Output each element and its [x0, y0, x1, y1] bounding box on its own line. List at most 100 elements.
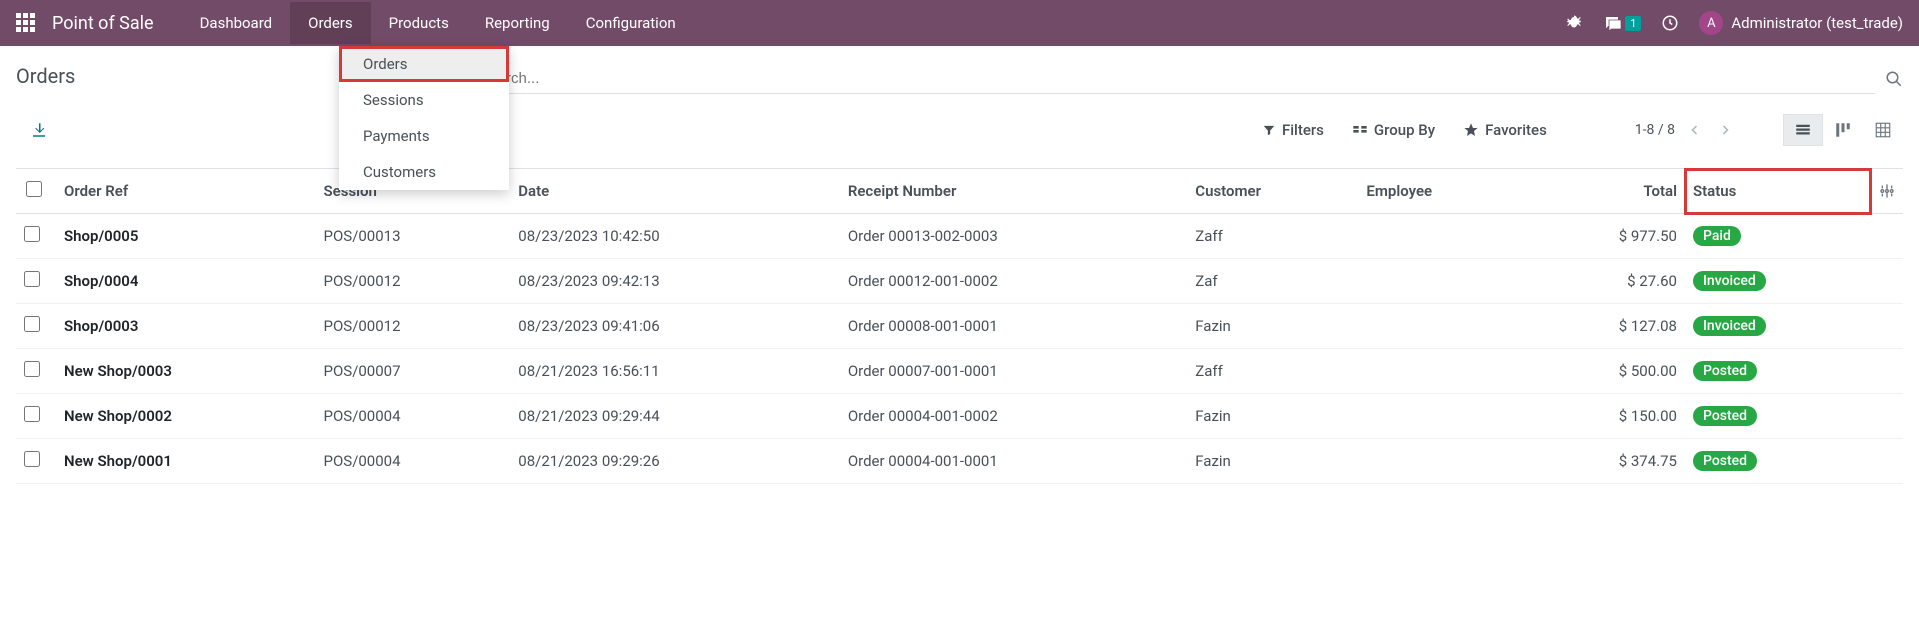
cell-session: POS/00007	[316, 349, 511, 394]
cell-date: 08/21/2023 09:29:44	[510, 394, 840, 439]
table-row[interactable]: Shop/0005 POS/00013 08/23/2023 10:42:50 …	[16, 214, 1903, 259]
cell-order-ref: Shop/0005	[56, 214, 316, 259]
cell-status: Invoiced	[1685, 304, 1871, 349]
dropdown-orders[interactable]: Orders	[339, 46, 509, 82]
user-menu[interactable]: A Administrator (test_trade)	[1699, 11, 1903, 35]
orders-dropdown: Orders Sessions Payments Customers	[339, 46, 509, 190]
nav-reporting[interactable]: Reporting	[467, 2, 568, 44]
cell-date: 08/21/2023 09:29:26	[510, 439, 840, 484]
header-total[interactable]: Total	[1529, 169, 1685, 214]
activities-icon[interactable]	[1661, 14, 1679, 32]
table-row[interactable]: Shop/0004 POS/00012 08/23/2023 09:42:13 …	[16, 259, 1903, 304]
dropdown-sessions[interactable]: Sessions	[339, 82, 509, 118]
cell-employee	[1358, 439, 1529, 484]
cell-receipt: Order 00013-002-0003	[840, 214, 1187, 259]
nav-orders[interactable]: Orders	[290, 2, 371, 44]
cell-status: Posted	[1685, 439, 1871, 484]
row-checkbox[interactable]	[24, 451, 40, 467]
cell-total: $ 127.08	[1529, 304, 1685, 349]
cell-date: 08/21/2023 16:56:11	[510, 349, 840, 394]
cell-status: Posted	[1685, 349, 1871, 394]
search-icon[interactable]	[1885, 70, 1903, 88]
header-employee[interactable]: Employee	[1358, 169, 1529, 214]
kanban-view-icon[interactable]	[1823, 114, 1863, 146]
cell-order-ref: Shop/0004	[56, 259, 316, 304]
pager-next-icon[interactable]	[1715, 120, 1735, 140]
export-icon[interactable]	[30, 121, 48, 139]
pivot-view-icon[interactable]	[1863, 114, 1903, 146]
cell-session: POS/00012	[316, 304, 511, 349]
nav-configuration[interactable]: Configuration	[568, 2, 694, 44]
cell-receipt: Order 00004-001-0001	[840, 439, 1187, 484]
debug-icon[interactable]	[1565, 14, 1583, 32]
cell-status: Paid	[1685, 214, 1871, 259]
row-checkbox[interactable]	[24, 271, 40, 287]
status-badge: Paid	[1693, 226, 1741, 246]
status-badge: Posted	[1693, 406, 1757, 426]
filters-button[interactable]: Filters	[1262, 121, 1324, 139]
cell-customer: Zaff	[1187, 214, 1358, 259]
groupby-label: Group By	[1374, 121, 1435, 139]
cell-order-ref: New Shop/0003	[56, 349, 316, 394]
row-checkbox[interactable]	[24, 226, 40, 242]
cell-receipt: Order 00004-001-0002	[840, 394, 1187, 439]
dropdown-customers[interactable]: Customers	[339, 154, 509, 190]
dropdown-payments[interactable]: Payments	[339, 118, 509, 154]
cell-total: $ 977.50	[1529, 214, 1685, 259]
pager-prev-icon[interactable]	[1685, 120, 1705, 140]
row-checkbox[interactable]	[24, 361, 40, 377]
cell-customer: Zaff	[1187, 349, 1358, 394]
header-order-ref[interactable]: Order Ref	[56, 169, 316, 214]
header-date[interactable]: Date	[510, 169, 840, 214]
list-view-icon[interactable]	[1783, 114, 1823, 146]
cell-total: $ 27.60	[1529, 259, 1685, 304]
header-customer[interactable]: Customer	[1187, 169, 1358, 214]
cell-customer: Fazin	[1187, 394, 1358, 439]
cell-total: $ 500.00	[1529, 349, 1685, 394]
cell-receipt: Order 00012-001-0002	[840, 259, 1187, 304]
table-row[interactable]: New Shop/0001 POS/00004 08/21/2023 09:29…	[16, 439, 1903, 484]
row-checkbox[interactable]	[24, 316, 40, 332]
header-receipt[interactable]: Receipt Number	[840, 169, 1187, 214]
cell-employee	[1358, 304, 1529, 349]
apps-grid-icon[interactable]	[16, 13, 36, 33]
cell-customer: Fazin	[1187, 304, 1358, 349]
filters-label: Filters	[1282, 121, 1324, 139]
select-all-checkbox[interactable]	[26, 181, 42, 197]
status-badge: Invoiced	[1693, 316, 1766, 336]
cell-employee	[1358, 214, 1529, 259]
table-row[interactable]: New Shop/0002 POS/00004 08/21/2023 09:29…	[16, 394, 1903, 439]
cell-receipt: Order 00008-001-0001	[840, 304, 1187, 349]
page-title: Orders	[16, 64, 75, 88]
messaging-icon[interactable]: 1	[1603, 14, 1641, 32]
favorites-button[interactable]: Favorites	[1463, 121, 1547, 139]
search-input[interactable]	[475, 64, 1875, 94]
status-badge: Posted	[1693, 361, 1757, 381]
pager-text[interactable]: 1-8 / 8	[1635, 122, 1675, 138]
topbar: Point of Sale Dashboard Orders Products …	[0, 0, 1919, 46]
table-row[interactable]: Shop/0003 POS/00012 08/23/2023 09:41:06 …	[16, 304, 1903, 349]
cell-employee	[1358, 349, 1529, 394]
nav-menu: Dashboard Orders Products Reporting Conf…	[182, 2, 694, 44]
cell-status: Posted	[1685, 394, 1871, 439]
cell-date: 08/23/2023 09:41:06	[510, 304, 840, 349]
row-checkbox[interactable]	[24, 406, 40, 422]
cell-order-ref: New Shop/0002	[56, 394, 316, 439]
topbar-right: 1 A Administrator (test_trade)	[1565, 11, 1903, 35]
cell-session: POS/00004	[316, 394, 511, 439]
cell-employee	[1358, 394, 1529, 439]
nav-dashboard[interactable]: Dashboard	[182, 2, 291, 44]
cell-status: Invoiced	[1685, 259, 1871, 304]
app-name[interactable]: Point of Sale	[52, 13, 154, 34]
nav-products[interactable]: Products	[371, 2, 467, 44]
user-name-label: Administrator (test_trade)	[1731, 14, 1903, 32]
groupby-button[interactable]: Group By	[1352, 121, 1435, 139]
cell-total: $ 374.75	[1529, 439, 1685, 484]
column-settings-icon[interactable]	[1871, 169, 1903, 214]
favorites-label: Favorites	[1485, 121, 1547, 139]
table-row[interactable]: New Shop/0003 POS/00007 08/21/2023 16:56…	[16, 349, 1903, 394]
cell-order-ref: Shop/0003	[56, 304, 316, 349]
avatar: A	[1699, 11, 1723, 35]
cell-customer: Fazin	[1187, 439, 1358, 484]
header-status[interactable]: Status	[1685, 169, 1871, 214]
